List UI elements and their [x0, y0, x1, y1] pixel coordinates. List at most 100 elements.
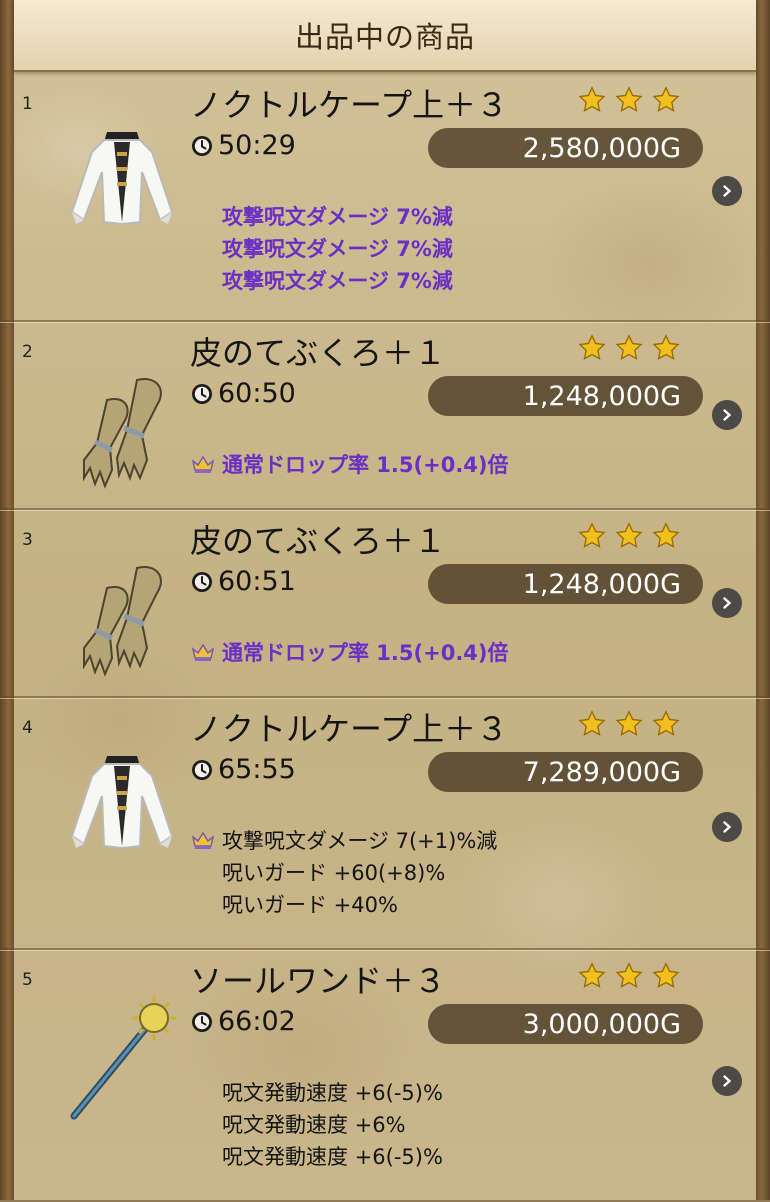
effect-line: 呪文発動速度 +6%	[190, 1108, 443, 1140]
effects-list: 攻撃呪文ダメージ 7%減 攻撃呪文ダメージ 7%減 攻撃呪文ダメージ 7%減	[190, 200, 453, 296]
price-text: 3,000,000G	[522, 1008, 681, 1040]
price-text: 7,289,000G	[522, 756, 681, 788]
effect-text: 通常ドロップ率 1.5(+0.4)倍	[222, 641, 509, 665]
timer-text: 65:55	[218, 754, 296, 785]
clock-icon	[190, 758, 214, 782]
effect-text: 攻撃呪文ダメージ 7%減	[222, 269, 453, 293]
star-icon	[578, 86, 606, 114]
crown-icon	[190, 453, 216, 475]
effect-line: 呪文発動速度 +6(-5)%	[190, 1140, 443, 1172]
star-icon	[652, 334, 680, 362]
effect-text: 呪文発動速度 +6%	[222, 1113, 406, 1137]
effect-line: 攻撃呪文ダメージ 7%減	[190, 232, 453, 264]
clock-icon	[190, 134, 214, 158]
gloves-icon	[62, 360, 182, 500]
listing-row[interactable]: 3 皮のてぶくろ＋１ 60:51 1,248,000G 通常ドロップ率 1.5(…	[0, 508, 770, 698]
star-icon	[652, 710, 680, 738]
clock-icon	[190, 570, 214, 594]
price-pill: 7,289,000G	[428, 752, 703, 792]
effect-text: 攻撃呪文ダメージ 7%減	[222, 205, 453, 229]
chevron-right-icon[interactable]	[712, 400, 742, 430]
listing-row[interactable]: 1 ノクトルケープ上＋３ 50:29 2,580,000G 攻撃呪文ダメージ 7…	[0, 72, 770, 322]
price-text: 1,248,000G	[522, 568, 681, 600]
effect-line: 攻撃呪文ダメージ 7%減	[190, 200, 453, 232]
effect-text: 呪文発動速度 +6(-5)%	[222, 1081, 443, 1105]
effects-list: 通常ドロップ率 1.5(+0.4)倍	[190, 448, 509, 480]
chevron-right-icon[interactable]	[712, 588, 742, 618]
clock-icon	[190, 382, 214, 406]
crown-icon	[190, 641, 216, 663]
price-text: 1,248,000G	[522, 380, 681, 412]
effect-text: 呪文発動速度 +6(-5)%	[222, 1145, 443, 1169]
star-icon	[652, 962, 680, 990]
gloves-icon	[62, 548, 182, 688]
effect-line: 攻撃呪文ダメージ 7(+1)%減	[190, 824, 497, 856]
star-icon	[578, 334, 606, 362]
chevron-right-icon[interactable]	[712, 176, 742, 206]
price-pill: 1,248,000G	[428, 564, 703, 604]
timer-text: 50:29	[218, 130, 296, 161]
listing-row[interactable]: 2 皮のてぶくろ＋１ 60:50 1,248,000G 通常ドロップ率 1.5(…	[0, 320, 770, 510]
clock-icon	[190, 1010, 214, 1034]
effect-line: 呪いガード +40%	[190, 888, 497, 920]
item-name: ソールワンド＋３	[190, 962, 447, 1000]
effect-line: 呪いガード +60(+8)%	[190, 856, 497, 888]
effect-text: 呪いガード +40%	[222, 893, 398, 917]
effect-line: 呪文発動速度 +6(-5)%	[190, 1076, 443, 1108]
effect-text: 呪いガード +60(+8)%	[222, 861, 446, 885]
effects-list: 呪文発動速度 +6(-5)% 呪文発動速度 +6% 呪文発動速度 +6(-5)%	[190, 1076, 443, 1172]
item-name: 皮のてぶくろ＋１	[190, 522, 447, 560]
star-icon	[615, 522, 643, 550]
price-pill: 1,248,000G	[428, 376, 703, 416]
item-index: 2	[22, 342, 33, 362]
effects-list: 通常ドロップ率 1.5(+0.4)倍	[190, 636, 509, 668]
cape-icon	[62, 736, 182, 876]
time-remaining: 50:29	[190, 130, 296, 161]
time-remaining: 65:55	[190, 754, 296, 785]
rarity-stars	[578, 710, 680, 738]
item-index: 3	[22, 530, 33, 550]
wand-icon	[62, 988, 182, 1128]
chevron-right-icon[interactable]	[712, 812, 742, 842]
crown-icon	[190, 829, 216, 851]
star-icon	[578, 710, 606, 738]
chevron-right-icon[interactable]	[712, 1066, 742, 1096]
rarity-stars	[578, 334, 680, 362]
time-remaining: 60:50	[190, 378, 296, 409]
item-name: 皮のてぶくろ＋１	[190, 334, 447, 372]
timer-text: 60:50	[218, 378, 296, 409]
star-icon	[652, 86, 680, 114]
effect-line: 通常ドロップ率 1.5(+0.4)倍	[190, 448, 509, 480]
timer-text: 66:02	[218, 1006, 296, 1037]
effect-line: 攻撃呪文ダメージ 7%減	[190, 264, 453, 296]
price-text: 2,580,000G	[522, 132, 681, 164]
rarity-stars	[578, 522, 680, 550]
star-icon	[652, 522, 680, 550]
rarity-stars	[578, 962, 680, 990]
listing-row[interactable]: 5 ソールワンド＋３ 66:02 3,000,000G 呪文発動速度 +6(-5…	[0, 948, 770, 1202]
effect-text: 通常ドロップ率 1.5(+0.4)倍	[222, 453, 509, 477]
timer-text: 60:51	[218, 566, 296, 597]
effect-text: 攻撃呪文ダメージ 7%減	[222, 237, 453, 261]
item-index: 5	[22, 970, 33, 990]
cape-icon	[62, 112, 182, 252]
star-icon	[615, 86, 643, 114]
star-icon	[615, 710, 643, 738]
effect-text: 攻撃呪文ダメージ 7(+1)%減	[222, 829, 498, 853]
star-icon	[615, 334, 643, 362]
item-index: 4	[22, 718, 33, 738]
item-index: 1	[22, 94, 33, 114]
effect-line: 通常ドロップ率 1.5(+0.4)倍	[190, 636, 509, 668]
price-pill: 2,580,000G	[428, 128, 703, 168]
listing-row[interactable]: 4 ノクトルケープ上＋３ 65:55 7,289,000G 攻撃呪文ダメージ 7…	[0, 696, 770, 950]
time-remaining: 66:02	[190, 1006, 296, 1037]
time-remaining: 60:51	[190, 566, 296, 597]
rarity-stars	[578, 86, 680, 114]
page-title: 出品中の商品	[294, 20, 475, 54]
price-pill: 3,000,000G	[428, 1004, 703, 1044]
item-name: ノクトルケープ上＋３	[190, 86, 509, 124]
star-icon	[578, 962, 606, 990]
header-bar: 出品中の商品	[14, 0, 756, 72]
effects-list: 攻撃呪文ダメージ 7(+1)%減 呪いガード +60(+8)% 呪いガード +40%	[190, 824, 497, 920]
star-icon	[615, 962, 643, 990]
